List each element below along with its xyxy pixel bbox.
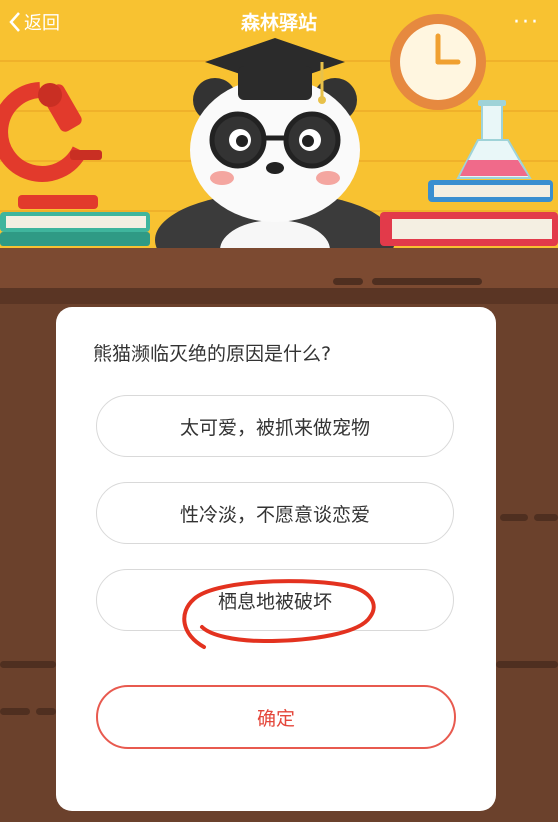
flask-icon [456,100,532,179]
desk-groove [496,661,558,668]
books-right-icon [380,180,558,246]
desk-groove [534,514,558,521]
confirm-label: 确定 [256,707,295,730]
quiz-card: 熊猫濒临灭绝的原因是什么? 太可爱，被抓来做宠物 性冷淡，不愿意谈恋爱 栖息地被… [56,307,496,811]
desk-groove [333,278,363,285]
microscope-icon [0,82,102,209]
hero-illustration: 返回 森林驿站 ··· [0,0,558,250]
answer-option-2[interactable]: 性冷淡，不愿意谈恋爱 [96,482,454,544]
more-options-icon[interactable]: ··· [513,10,540,35]
hand-drawn-circle-annotation [182,579,376,649]
confirm-button[interactable]: 确定 [96,685,456,749]
desk-groove [0,661,56,668]
page-title: 森林驿站 [240,12,317,34]
desk-groove [500,514,528,521]
question-text: 熊猫濒临灭绝的原因是什么? [93,343,332,365]
navigation-bar: 返回 森林驿站 ··· [0,0,558,44]
panda-teacher-icon [155,38,395,250]
desk-edge [0,288,558,304]
books-left-icon [0,212,150,246]
answer-option-label: 性冷淡，不愿意谈恋爱 [179,503,370,526]
desk-groove [36,708,56,715]
answer-option-1[interactable]: 太可爱，被抓来做宠物 [96,395,454,457]
desk-groove [0,708,30,715]
answer-option-label: 太可爱，被抓来做宠物 [179,416,370,439]
desk-groove [372,278,482,285]
